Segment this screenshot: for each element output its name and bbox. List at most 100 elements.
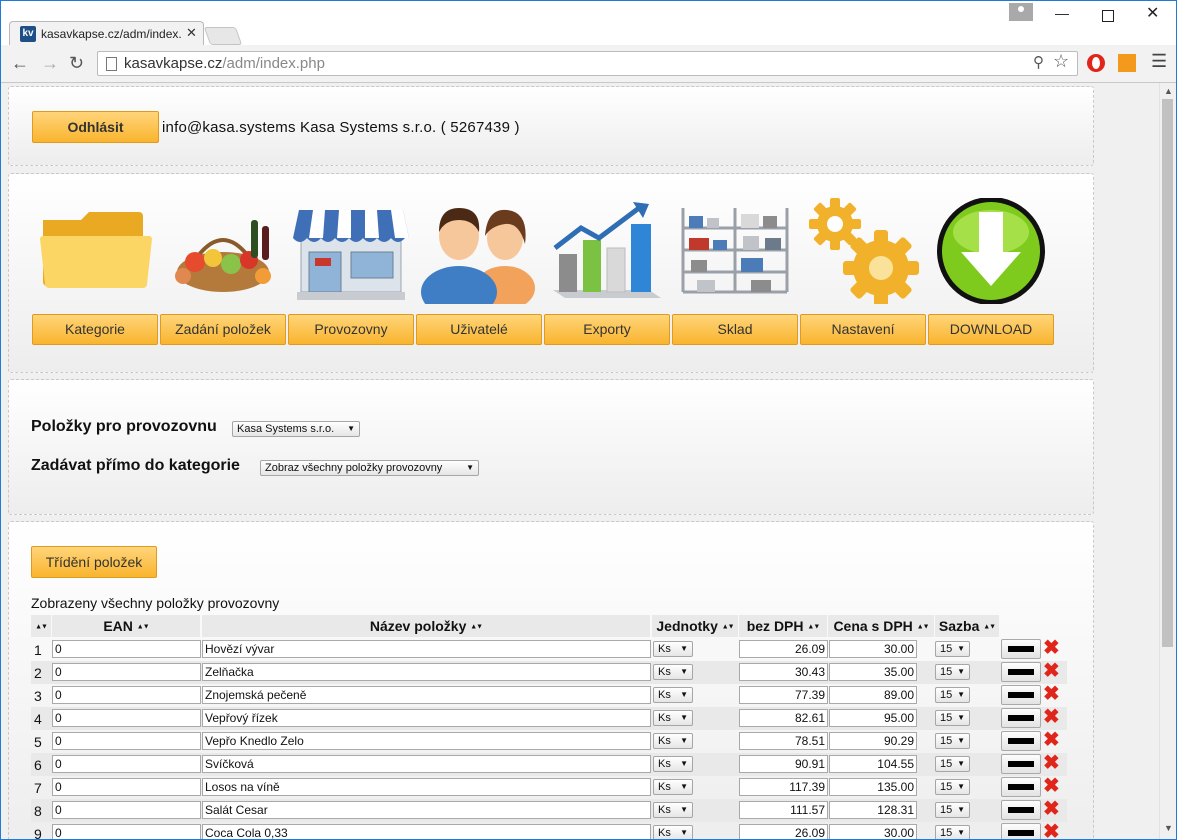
scroll-up-icon[interactable]: ▲: [1164, 86, 1173, 96]
vat-select[interactable]: 15 ▼: [935, 687, 970, 703]
edit-row-button[interactable]: [1001, 800, 1041, 820]
edit-row-button[interactable]: [1001, 685, 1041, 705]
ean-input[interactable]: 0: [52, 663, 201, 681]
item-name-input[interactable]: Svíčková: [202, 755, 651, 773]
category-select[interactable]: Zobraz všechny položky provozovny ▼: [260, 460, 479, 476]
zoom-icon[interactable]: ⚲: [1033, 53, 1044, 71]
back-arrow-icon[interactable]: ←: [11, 53, 29, 74]
net-price-input[interactable]: 30.43: [739, 663, 828, 681]
gross-price-input[interactable]: 30.00: [829, 640, 917, 658]
unit-select[interactable]: Ks ▼: [653, 710, 693, 726]
ean-input[interactable]: 0: [52, 640, 201, 658]
warehouse-shelves-icon[interactable]: [677, 198, 793, 304]
vat-select[interactable]: 15 ▼: [935, 825, 970, 839]
unit-select[interactable]: Ks ▼: [653, 802, 693, 818]
window-close-icon[interactable]: ✕: [1146, 3, 1159, 23]
unit-select[interactable]: Ks ▼: [653, 733, 693, 749]
net-price-input[interactable]: 26.09: [739, 640, 828, 658]
delete-icon[interactable]: ✖: [1043, 683, 1060, 705]
nav-button-sklad[interactable]: Sklad: [672, 314, 798, 345]
vat-select[interactable]: 15 ▼: [935, 779, 970, 795]
edit-row-button[interactable]: [1001, 777, 1041, 797]
delete-icon[interactable]: ✖: [1043, 752, 1060, 774]
scrollbar-thumb[interactable]: [1162, 99, 1173, 647]
edit-row-button[interactable]: [1001, 754, 1041, 774]
nav-button-provozovny[interactable]: Provozovny: [288, 314, 414, 345]
header-name[interactable]: Název položky ▲▼: [202, 615, 650, 637]
forward-arrow-icon[interactable]: →: [41, 53, 59, 74]
address-bar[interactable]: kasavkapse.cz/adm/index.php ⚲ ☆: [97, 51, 1078, 76]
header-gross[interactable]: Cena s DPH ▲▼: [828, 615, 934, 637]
reload-icon[interactable]: ↻: [69, 53, 84, 74]
item-name-input[interactable]: Hovězí vývar: [202, 640, 651, 658]
nav-button-download[interactable]: DOWNLOAD: [928, 314, 1054, 345]
opera-extension-icon[interactable]: [1087, 54, 1105, 72]
download-arrow-icon[interactable]: [933, 198, 1049, 304]
item-name-input[interactable]: Vepřo Knedlo Zelo: [202, 732, 651, 750]
unit-select[interactable]: Ks ▼: [653, 779, 693, 795]
vat-select[interactable]: 15 ▼: [935, 664, 970, 680]
delete-icon[interactable]: ✖: [1043, 706, 1060, 728]
analytics-extension-icon[interactable]: [1118, 54, 1136, 72]
maximize-icon[interactable]: [1102, 10, 1114, 22]
gross-price-input[interactable]: 90.29: [829, 732, 917, 750]
bar-chart-icon[interactable]: [549, 198, 665, 304]
bookmark-star-icon[interactable]: ☆: [1053, 51, 1069, 72]
ean-input[interactable]: 0: [52, 686, 201, 704]
edit-row-button[interactable]: [1001, 708, 1041, 728]
delete-icon[interactable]: ✖: [1043, 637, 1060, 659]
nav-button-zadani-polozek[interactable]: Zadání položek: [160, 314, 286, 345]
net-price-input[interactable]: 111.57: [739, 801, 828, 819]
unit-select[interactable]: Ks ▼: [653, 756, 693, 772]
unit-select[interactable]: Ks ▼: [653, 664, 693, 680]
browser-tab[interactable]: kv kasavkapse.cz/adm/index. ✕: [9, 21, 204, 45]
page-scrollbar[interactable]: ▲ ▼: [1159, 83, 1176, 839]
item-name-input[interactable]: Losos na víně: [202, 778, 651, 796]
net-price-input[interactable]: 26.09: [739, 824, 828, 839]
gross-price-input[interactable]: 135.00: [829, 778, 917, 796]
gross-price-input[interactable]: 35.00: [829, 663, 917, 681]
unit-select[interactable]: Ks ▼: [653, 687, 693, 703]
sort-items-button[interactable]: Třídění položek: [31, 546, 157, 578]
users-icon[interactable]: [421, 198, 537, 304]
gross-price-input[interactable]: 30.00: [829, 824, 917, 839]
net-price-input[interactable]: 77.39: [739, 686, 828, 704]
nav-button-kategorie[interactable]: Kategorie: [32, 314, 158, 345]
vat-select[interactable]: 15 ▼: [935, 802, 970, 818]
ean-input[interactable]: 0: [52, 755, 201, 773]
item-name-input[interactable]: Vepřový řízek: [202, 709, 651, 727]
delete-icon[interactable]: ✖: [1043, 798, 1060, 820]
delete-icon[interactable]: ✖: [1043, 775, 1060, 797]
profile-icon[interactable]: [1009, 3, 1033, 21]
vat-select[interactable]: 15 ▼: [935, 756, 970, 772]
ean-input[interactable]: 0: [52, 801, 201, 819]
header-row-number[interactable]: ▲▼: [31, 615, 51, 637]
item-name-input[interactable]: Znojemská pečeně: [202, 686, 651, 704]
net-price-input[interactable]: 82.61: [739, 709, 828, 727]
unit-select[interactable]: Ks ▼: [653, 825, 693, 839]
net-price-input[interactable]: 78.51: [739, 732, 828, 750]
gross-price-input[interactable]: 95.00: [829, 709, 917, 727]
folder-icon[interactable]: [37, 198, 153, 304]
edit-row-button[interactable]: [1001, 731, 1041, 751]
delete-icon[interactable]: ✖: [1043, 729, 1060, 751]
ean-input[interactable]: 0: [52, 778, 201, 796]
header-net[interactable]: bez DPH ▲▼: [739, 615, 827, 637]
shop-icon[interactable]: [293, 198, 409, 304]
browser-menu-icon[interactable]: ☰: [1151, 51, 1167, 72]
delete-icon[interactable]: ✖: [1043, 660, 1060, 682]
nav-button-nastaveni[interactable]: Nastavení: [800, 314, 926, 345]
new-tab-button[interactable]: [203, 27, 243, 45]
ean-input[interactable]: 0: [52, 732, 201, 750]
vat-select[interactable]: 15 ▼: [935, 641, 970, 657]
net-price-input[interactable]: 90.91: [739, 755, 828, 773]
location-select[interactable]: Kasa Systems s.r.o. ▼: [232, 421, 360, 437]
vat-select[interactable]: 15 ▼: [935, 710, 970, 726]
tab-close-icon[interactable]: ✕: [186, 25, 197, 41]
delete-icon[interactable]: ✖: [1043, 821, 1060, 839]
edit-row-button[interactable]: [1001, 639, 1041, 659]
header-unit[interactable]: Jednotky ▲▼: [652, 615, 738, 637]
vat-select[interactable]: 15 ▼: [935, 733, 970, 749]
edit-row-button[interactable]: [1001, 662, 1041, 682]
net-price-input[interactable]: 117.39: [739, 778, 828, 796]
